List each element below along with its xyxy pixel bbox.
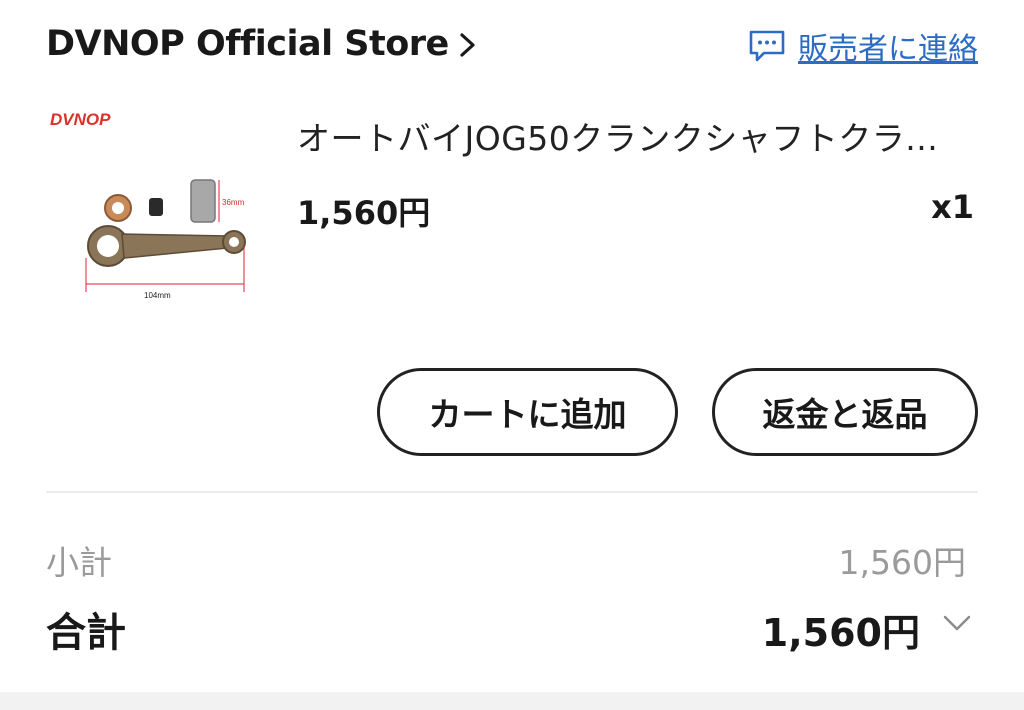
subtotal-label: 小計 (46, 543, 112, 582)
contact-seller-label[interactable]: 販売者に連絡 (798, 24, 978, 68)
subtotal-value: 1,560円 (838, 543, 966, 582)
product-title[interactable]: オートバイJOG50クランクシャフトクラ... (297, 112, 977, 160)
total-label: 合計 (46, 610, 126, 656)
store-header: DVNOP Official Store 販売者に連絡 (46, 22, 978, 70)
bottom-separator (0, 692, 1024, 710)
product-quantity: x1 (931, 188, 974, 226)
divider (46, 491, 978, 493)
chat-icon (749, 30, 785, 62)
dimension-label: 104mm (144, 291, 171, 300)
product-image[interactable]: DVNOP 36mm 104mm (46, 96, 276, 318)
refund-return-button[interactable]: 返金と返品 (712, 368, 978, 456)
product-price: 1,560円 (297, 194, 431, 232)
add-to-cart-button[interactable]: カートに追加 (377, 368, 678, 456)
chevron-down-icon[interactable] (942, 612, 972, 634)
chevron-right-icon[interactable] (456, 30, 480, 60)
dimension-label: 36mm (222, 198, 245, 207)
contact-seller-link[interactable]: 販売者に連絡 (748, 24, 978, 68)
total-value[interactable]: 1,560円 (762, 602, 920, 657)
store-name-link[interactable]: DVNOP Official Store (46, 24, 449, 64)
brand-logo: DVNOP (50, 110, 111, 129)
